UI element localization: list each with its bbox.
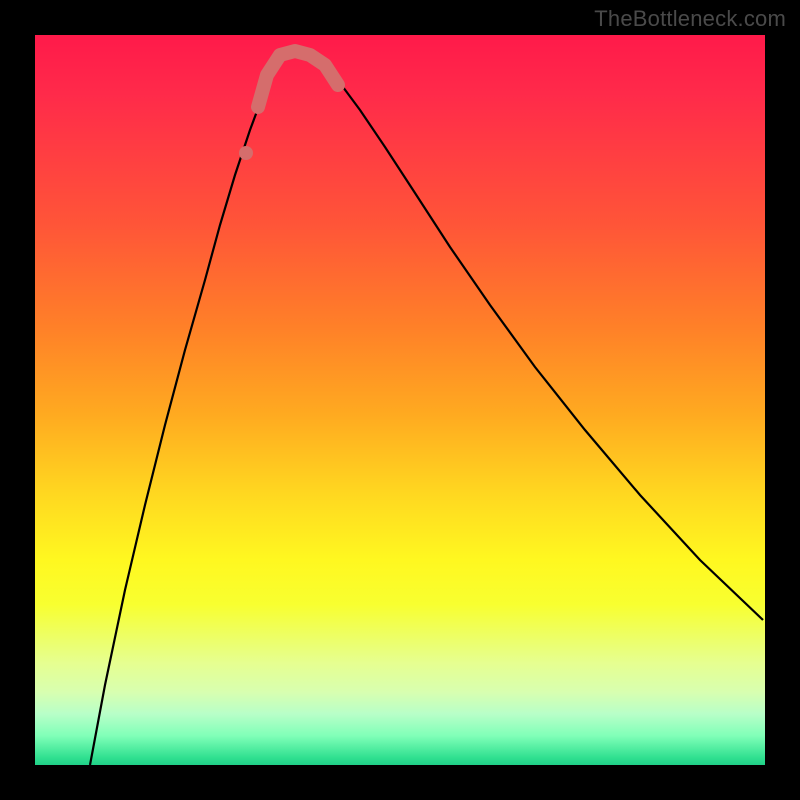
curve-layer bbox=[35, 35, 765, 765]
highlight-dot bbox=[239, 146, 253, 160]
bottleneck-curve bbox=[90, 49, 763, 765]
watermark-text: TheBottleneck.com bbox=[594, 6, 786, 32]
chart-frame: TheBottleneck.com bbox=[0, 0, 800, 800]
highlight-segment bbox=[258, 51, 338, 107]
plot-area bbox=[35, 35, 765, 765]
